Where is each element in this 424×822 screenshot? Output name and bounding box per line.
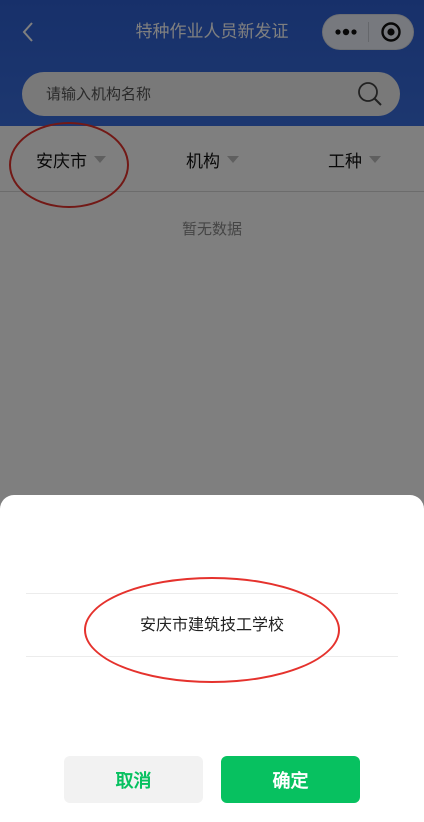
- confirm-button[interactable]: 确定: [221, 756, 360, 803]
- cancel-button[interactable]: 取消: [64, 756, 203, 803]
- picker-sheet: 安庆市建筑技工学校 取消 确定: [0, 495, 424, 822]
- option-annotation-circle: [84, 577, 340, 683]
